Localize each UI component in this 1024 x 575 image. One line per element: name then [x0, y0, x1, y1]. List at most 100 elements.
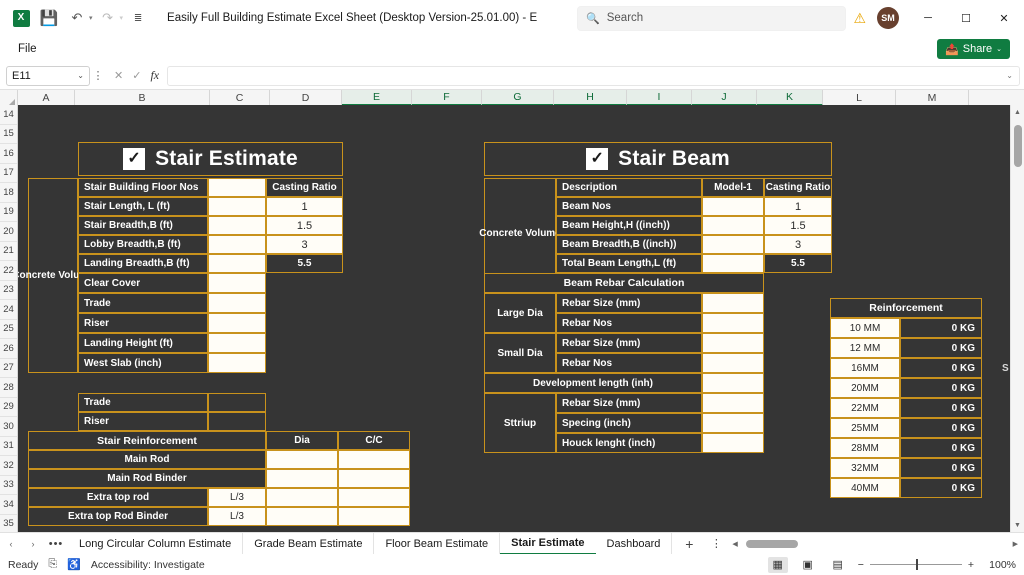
column-header-M[interactable]: M [896, 90, 969, 106]
sheet-tab-dashboard[interactable]: Dashboard [596, 532, 673, 555]
stirrup-value-2[interactable] [702, 433, 764, 453]
warning-icon[interactable]: ⚠ [846, 10, 873, 27]
share-button[interactable]: 📤 Share ⌄ [937, 39, 1010, 59]
se-value-5[interactable] [208, 273, 266, 293]
expand-formula-bar-icon[interactable]: ⌄ [1006, 71, 1013, 80]
horizontal-scrollbar-track[interactable] [742, 539, 1009, 548]
row-header-26[interactable]: 26 [0, 339, 17, 359]
sb-value-0[interactable] [702, 197, 764, 216]
row-header-18[interactable]: 18 [0, 183, 17, 203]
column-header-F[interactable]: F [412, 90, 482, 106]
name-box[interactable]: E11 ⌄ [6, 65, 90, 86]
se-ratio-4[interactable]: 5.5 [266, 254, 343, 273]
row-header-24[interactable]: 24 [0, 300, 17, 320]
record-macro-icon[interactable]: ⎘ [48, 558, 57, 571]
row-header-25[interactable]: 25 [0, 320, 17, 339]
maximize-button[interactable]: ☐ [948, 2, 984, 34]
row-header-17[interactable]: 17 [0, 164, 17, 183]
sr-cc-1[interactable] [338, 469, 410, 488]
hscroll-left-icon[interactable]: ◀ [732, 540, 737, 548]
search-input[interactable]: 🔍 Search [577, 5, 847, 31]
previous-sheet-icon[interactable]: ‹ [0, 539, 22, 549]
se-ratio-2[interactable]: 1.5 [266, 216, 343, 235]
cancel-icon[interactable]: ✕ [114, 69, 123, 82]
column-header-E[interactable]: E [342, 90, 412, 106]
page-break-icon[interactable]: ▤ [828, 557, 848, 573]
add-sheet-icon[interactable]: + [672, 536, 706, 552]
sr-mid-3[interactable]: L/3 [208, 507, 266, 526]
column-header-J[interactable]: J [692, 90, 757, 106]
sb-ratio-1[interactable]: 1.5 [764, 216, 832, 235]
se-ratio-3[interactable]: 3 [266, 235, 343, 254]
customize-toolbar-icon[interactable]: ≣ [125, 5, 151, 31]
redo-icon[interactable]: ↷ [95, 5, 121, 31]
sr-cc-2[interactable] [338, 488, 410, 507]
sr-cc-0[interactable] [338, 450, 410, 469]
zoom-in-button[interactable]: + [968, 559, 974, 571]
undo-icon[interactable]: ↶ [64, 5, 90, 31]
sb-ratio-3[interactable]: 5.5 [764, 254, 832, 273]
sheet-tab-stair-estimate[interactable]: Stair Estimate [500, 533, 596, 555]
hscroll-right-icon[interactable]: ▶ [1013, 540, 1018, 548]
small-dia-rebar-size-value[interactable] [702, 333, 764, 353]
se-value-4[interactable] [208, 254, 266, 273]
vertical-scrollbar-thumb[interactable] [1014, 125, 1022, 167]
row-header-21[interactable]: 21 [0, 242, 17, 261]
sheet-tab-floor-beam-estimate[interactable]: Floor Beam Estimate [374, 532, 501, 555]
accessibility-label[interactable]: Accessibility: Investigate [91, 559, 205, 571]
row-header-33[interactable]: 33 [0, 476, 17, 495]
sb-ratio-0[interactable]: 1 [764, 197, 832, 216]
sheet-tab-grade-beam-estimate[interactable]: Grade Beam Estimate [243, 532, 375, 555]
se-value-9[interactable] [208, 353, 266, 373]
development-length-value[interactable] [702, 373, 764, 393]
horizontal-scrollbar-thumb[interactable] [745, 539, 798, 548]
horizontal-scrollbar[interactable]: ◀ ▶ [732, 537, 1018, 550]
scroll-up-icon[interactable]: ▲ [1011, 105, 1024, 119]
row-header-16[interactable]: 16 [0, 144, 17, 164]
tab-file[interactable]: File [8, 40, 47, 58]
row-header-30[interactable]: 30 [0, 417, 17, 437]
sr-cc-3[interactable] [338, 507, 410, 526]
se-value-3[interactable] [208, 235, 266, 254]
normal-view-icon[interactable]: ▦ [767, 556, 788, 573]
save-icon[interactable]: 💾 [36, 5, 62, 31]
se-value-1[interactable] [208, 197, 266, 216]
scroll-down-icon[interactable]: ▼ [1011, 518, 1024, 532]
column-header-K[interactable]: K [757, 90, 823, 106]
confirm-icon[interactable]: ✓ [132, 69, 141, 82]
page-layout-icon[interactable]: ▣ [798, 557, 818, 573]
se-value-8[interactable] [208, 333, 266, 353]
select-all-corner[interactable] [0, 90, 18, 106]
zoom-out-button[interactable]: − [858, 559, 864, 571]
row-header-32[interactable]: 32 [0, 456, 17, 476]
se2-value-0[interactable] [208, 393, 266, 412]
zoom-handle[interactable] [915, 559, 918, 570]
small-dia-rebar-nos-value[interactable] [702, 353, 764, 373]
se-value-7[interactable] [208, 313, 266, 333]
sr-dia-3[interactable] [266, 507, 338, 526]
worksheet-canvas[interactable]: ✓ Stair Estimate Concrete Volume Stair B… [18, 105, 1010, 532]
minimize-button[interactable]: ─ [910, 2, 946, 34]
row-header-27[interactable]: 27 [0, 359, 17, 378]
sb-value-3[interactable] [702, 254, 764, 273]
next-sheet-icon[interactable]: › [22, 539, 44, 549]
row-header-31[interactable]: 31 [0, 437, 17, 456]
undo-caret-icon[interactable]: ▾ [89, 14, 93, 22]
se-ratio-1[interactable]: 1 [266, 197, 343, 216]
column-header-L[interactable]: L [823, 90, 896, 106]
sr-mid-2[interactable]: L/3 [208, 488, 266, 507]
se2-value-1[interactable] [208, 412, 266, 431]
formula-more-icon[interactable]: ⋮ [90, 69, 106, 82]
sr-dia-1[interactable] [266, 469, 338, 488]
large-dia-rebar-nos-value[interactable] [702, 313, 764, 333]
column-header-A[interactable]: A [18, 90, 75, 106]
row-header-14[interactable]: 14 [0, 105, 17, 125]
zoom-track[interactable] [869, 559, 962, 570]
stirrup-value-0[interactable] [702, 393, 764, 413]
close-button[interactable]: ✕ [986, 2, 1022, 34]
column-header-D[interactable]: D [270, 90, 342, 106]
large-dia-rebar-size-value[interactable] [702, 293, 764, 313]
sb-ratio-2[interactable]: 3 [764, 235, 832, 254]
all-sheets-icon[interactable]: ••• [44, 538, 68, 550]
sr-dia-0[interactable] [266, 450, 338, 469]
